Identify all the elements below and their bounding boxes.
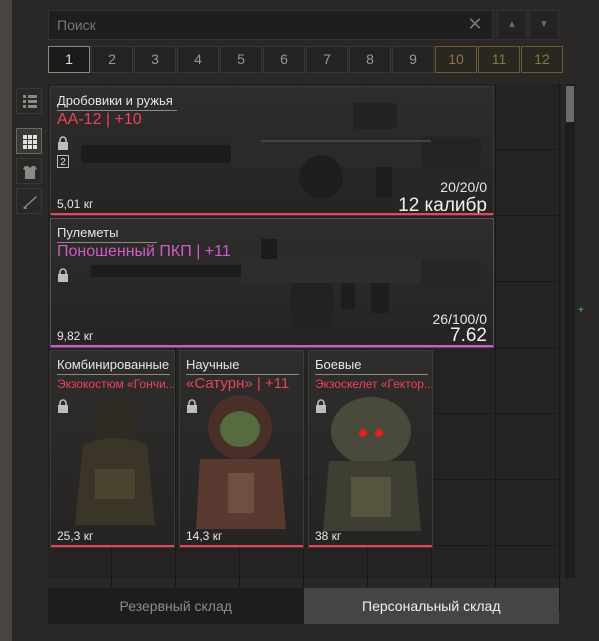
clear-icon[interactable]: ✕ (466, 15, 484, 33)
item-weight: 14,3 кг (186, 529, 223, 543)
rarity-line (309, 545, 432, 547)
storage-cell[interactable] (432, 414, 496, 480)
item-name: Экзокостюм «Гончи... (57, 377, 175, 391)
page-tab-6[interactable]: 6 (263, 46, 305, 73)
search-input[interactable] (49, 11, 459, 39)
rarity-line (51, 213, 493, 215)
ghillie-suit-image (75, 397, 155, 525)
item-card-exo-hector[interactable]: Боевые Экзоскелет «Гектор... 38 кг (308, 350, 433, 548)
page-tab-7[interactable]: 7 (306, 46, 348, 73)
item-weight: 9,82 кг (57, 329, 94, 343)
cursor-marker-icon: + (578, 305, 584, 316)
item-card-pkp[interactable]: Пулеметы Поношенный ПКП | +11 9,82 кг 26… (50, 218, 494, 348)
sort-up-button[interactable]: ▲ (497, 10, 527, 40)
item-name: Экзоскелет «Гектор... (315, 377, 433, 391)
armor-icon (23, 166, 37, 179)
storage-cell[interactable] (496, 216, 560, 282)
page-tab-2[interactable]: 2 (91, 46, 133, 73)
item-weight: 25,3 кг (57, 529, 94, 543)
left-frame (0, 0, 12, 641)
right-frame (581, 0, 599, 641)
page-tab-11[interactable]: 11 (478, 46, 520, 73)
list-view-icon (23, 95, 37, 108)
storage-cell[interactable] (496, 414, 560, 480)
scrollbar[interactable] (565, 84, 575, 578)
page-tab-1[interactable]: 1 (48, 46, 90, 73)
scientific-suit-image (196, 395, 286, 529)
item-caliber: 7.62 (450, 325, 487, 346)
tab-personal-storage[interactable]: Персональный склад (303, 588, 559, 624)
triangle-down-icon: ▼ (539, 19, 549, 30)
page-tab-3[interactable]: 3 (134, 46, 176, 73)
item-category: Боевые (315, 357, 362, 372)
item-category: Пулеметы (57, 225, 119, 240)
rarity-line (51, 345, 493, 347)
item-ammo: 20/20/0 (440, 179, 487, 195)
grid-view-icon (23, 135, 37, 149)
list-view-button[interactable] (16, 88, 42, 114)
machine-gun-image (91, 239, 481, 327)
sort-down-button[interactable]: ▼ (529, 10, 559, 40)
rarity-line (51, 545, 174, 547)
page-tab-4[interactable]: 4 (177, 46, 219, 73)
storage-cell[interactable] (496, 348, 560, 414)
item-category: Научные (186, 357, 240, 372)
storage-grid: Дробовики и ружья АА-12 | +10 2 5,01 кг … (48, 84, 562, 612)
page-tab-8[interactable]: 8 (349, 46, 391, 73)
item-weight: 38 кг (315, 529, 342, 543)
triangle-up-icon: ▲ (507, 19, 517, 30)
grid-view-button[interactable] (16, 128, 42, 154)
storage-cell[interactable] (432, 480, 496, 546)
shotgun-image (81, 103, 481, 199)
item-card-exo-gonchi[interactable]: Комбинированные Экзокостюм «Гончи... 25,… (50, 350, 175, 548)
upgrade-badge: 2 (57, 155, 69, 168)
page-tab-5[interactable]: 5 (220, 46, 262, 73)
item-card-aa12[interactable]: Дробовики и ружья АА-12 | +10 2 5,01 кг … (50, 86, 494, 216)
search-box: ✕ (48, 10, 493, 40)
combat-exoskeleton-image (323, 397, 421, 531)
item-card-saturn[interactable]: Научные «Сатурн» | +11 14,3 кг (179, 350, 304, 548)
tab-reserve-storage[interactable]: Резервный склад (48, 588, 304, 624)
item-category: Комбинированные (57, 357, 170, 372)
storage-cell[interactable] (496, 480, 560, 546)
storage-tabs: Резервный склад Персональный склад (48, 588, 559, 624)
storage-cell[interactable] (496, 282, 560, 348)
rarity-line (180, 545, 303, 547)
category-divider (57, 374, 170, 375)
category-divider (315, 374, 428, 375)
storage-cell[interactable] (496, 84, 560, 150)
page-tab-10[interactable]: 10 (435, 46, 477, 73)
storage-cell[interactable] (432, 348, 496, 414)
armor-filter-button[interactable] (16, 158, 42, 184)
item-weight: 5,01 кг (57, 197, 94, 211)
page-tab-12[interactable]: 12 (521, 46, 563, 73)
page-tab-9[interactable]: 9 (392, 46, 434, 73)
lock-icon (58, 136, 68, 150)
rifle-icon (23, 196, 37, 209)
scrollbar-thumb[interactable] (566, 86, 574, 122)
page-tabs: 1 2 3 4 5 6 7 8 9 10 11 12 (48, 46, 564, 73)
storage-cell[interactable] (496, 150, 560, 216)
lock-icon (58, 268, 68, 282)
weapon-filter-button[interactable] (16, 188, 42, 214)
